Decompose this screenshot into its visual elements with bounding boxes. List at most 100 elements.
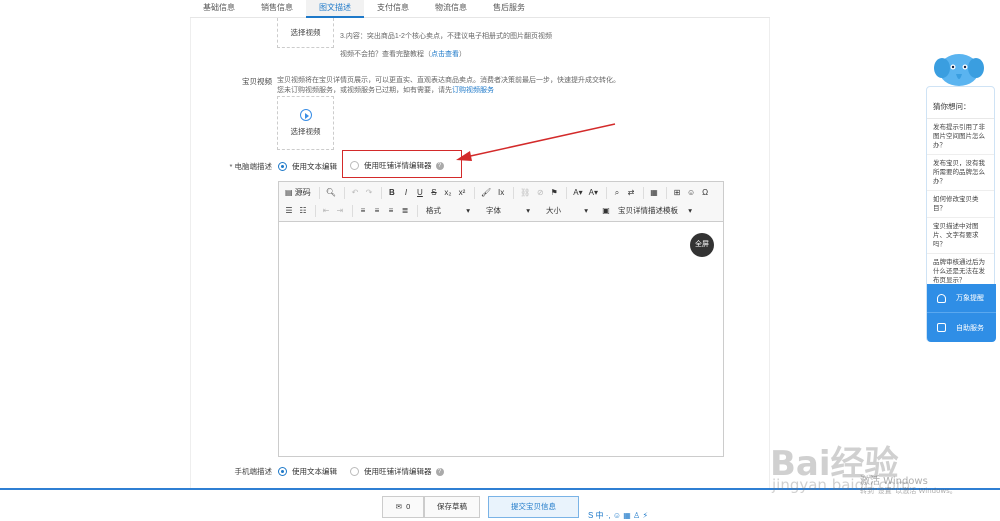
self-service-button[interactable]: 自助服务 — [927, 313, 996, 342]
chevron-down-icon: ▾ — [526, 206, 530, 215]
side-panel-title: 猜你想问： — [927, 87, 994, 119]
template-select[interactable]: 宝贝详情描述模板 ▾ — [614, 204, 696, 218]
main-video-upload-label: 选择视频 — [290, 28, 321, 37]
faq-item[interactable]: 如何修改宝贝类目？ — [927, 191, 994, 218]
text-color-icon[interactable]: A▾ — [571, 186, 584, 200]
save-draft-button[interactable]: 保存草稿 — [424, 496, 480, 518]
tab-basic-info[interactable]: 基础信息 — [190, 0, 248, 18]
unordered-list-icon[interactable]: ☷ — [297, 204, 309, 218]
message-count: 0 — [406, 502, 411, 511]
align-right-icon[interactable]: ≡ — [385, 204, 397, 218]
outdent-icon[interactable]: ⇤ — [320, 204, 332, 218]
section-tabs: 基础信息 销售信息 图文描述 支付信息 物流信息 售后服务 — [190, 0, 770, 18]
chevron-down-icon: ▾ — [466, 206, 470, 215]
indent-icon[interactable]: ⇥ — [334, 204, 346, 218]
ime-icon[interactable]: S 中 ·, ☺ ▦ ♙ ⚡ — [588, 510, 648, 521]
toolbar-divider — [665, 187, 667, 199]
tutorial-link[interactable]: 点击查看 — [431, 51, 459, 58]
underline-icon[interactable]: U — [414, 186, 426, 200]
format-select-label: 格式 — [426, 206, 441, 215]
mobile-desc-wangpu-editor-label: 使用旺铺详情编辑器 — [364, 467, 432, 476]
fullscreen-button[interactable]: 全屏 — [690, 233, 714, 257]
main-video-help-prefix: 视频不会拍？查看完整教程（ — [340, 51, 431, 58]
pc-desc-label: * 电脑端描述 — [229, 162, 272, 171]
toolbar-divider — [380, 187, 382, 199]
superscript-icon[interactable]: x² — [456, 186, 468, 200]
toolbar-row-2: ☰ ☷ ⇤ ⇥ ≡ ≡ ≡ ≣ 格式 ▾ 字体 ▾ 大小 ▾ ▣ 宝贝详情描述模板 ▾ — [283, 202, 719, 220]
faq-item[interactable]: 发布提示引用了非图片空间图片怎么办？ — [927, 119, 994, 155]
submit-button[interactable]: 提交宝贝信息 — [488, 496, 579, 518]
background-color-icon[interactable]: A▾ — [587, 186, 600, 200]
faq-item[interactable]: 宝贝描述中对图片、文字有要求吗？ — [927, 218, 994, 254]
format-painter-icon[interactable]: 🖌︎ — [479, 186, 493, 200]
font-select[interactable]: 字体 ▾ — [482, 204, 534, 218]
reminder-button[interactable]: 万象提醒 — [927, 284, 996, 313]
font-select-label: 字体 — [486, 206, 501, 215]
radio-selected-icon — [278, 467, 287, 476]
tab-description[interactable]: 图文描述 — [306, 0, 364, 18]
toolbar-divider — [343, 187, 345, 199]
play-icon — [299, 109, 312, 121]
select-all-icon[interactable]: ▦ — [648, 186, 660, 200]
bold-icon[interactable]: B — [386, 186, 398, 200]
ime-toolbar: S 中 ·, ☺ ▦ ♙ ⚡ — [588, 510, 648, 521]
faq-item[interactable]: 发布宝贝，没有我所需要的品牌怎么办？ — [927, 155, 994, 191]
align-center-icon[interactable]: ≡ — [371, 204, 383, 218]
help-side-panel: 猜你想问： 发布提示引用了非图片空间图片怎么办？ 发布宝贝，没有我所需要的品牌怎… — [926, 86, 996, 342]
clear-format-icon[interactable]: Ix — [495, 186, 507, 200]
radio-selected-icon — [278, 162, 287, 171]
toolbar-divider — [352, 205, 353, 217]
bottom-action-bar: ✉ 0 保存草稿 提交宝贝信息 — [0, 490, 1000, 521]
shop-video-upload[interactable]: 选择视频 — [277, 96, 334, 150]
shop-video-upload-label: 选择视频 — [290, 127, 321, 136]
strikethrough-icon[interactable]: S — [428, 186, 440, 200]
ordered-list-icon[interactable]: ☰ — [283, 204, 295, 218]
italic-icon[interactable]: I — [400, 186, 412, 200]
mobile-desc-wangpu-editor-option[interactable]: 使用旺铺详情编辑器 ? — [350, 466, 444, 477]
main-video-help: 视频不会拍？查看完整教程（点击查看） — [340, 49, 466, 59]
mobile-desc-text-editor-label: 使用文本编辑 — [292, 467, 337, 476]
subscript-icon[interactable]: x₂ — [442, 186, 454, 200]
unlink-icon[interactable]: ⊘ — [534, 186, 546, 200]
anchor-flag-icon[interactable]: ⚑ — [548, 186, 560, 200]
chevron-down-icon: ▾ — [688, 206, 692, 215]
size-select[interactable]: 大小 ▾ — [542, 204, 592, 218]
main-video-help-suffix: ） — [459, 51, 466, 58]
toolbar-divider — [315, 205, 316, 217]
mail-icon: ✉ — [395, 502, 402, 511]
pc-desc-text-editor-option[interactable]: 使用文本编辑 — [278, 161, 337, 172]
link-icon[interactable]: ⛓ — [518, 186, 532, 200]
tab-logistics-info[interactable]: 物流信息 — [422, 0, 480, 18]
tab-payment-info[interactable]: 支付信息 — [364, 0, 422, 18]
tab-sales-info[interactable]: 销售信息 — [248, 0, 306, 18]
find-icon[interactable]: ⌕ — [611, 186, 623, 200]
reminder-button-label: 万象提醒 — [956, 295, 984, 302]
order-video-service-link[interactable]: 订购视频服务 — [452, 87, 494, 94]
help-icon[interactable]: ? — [435, 467, 444, 476]
message-button[interactable]: ✉ 0 — [382, 496, 424, 518]
toolbar-divider — [566, 187, 568, 199]
special-char-icon[interactable]: Ω — [699, 186, 711, 200]
undo-icon[interactable]: ↶ — [349, 186, 361, 200]
activate-windows-hint: 转到“设置”以激活 Windows。 — [860, 487, 957, 495]
main-video-upload[interactable]: 选择视频 — [277, 18, 334, 48]
mobile-desc-text-editor-option[interactable]: 使用文本编辑 — [278, 466, 337, 477]
chevron-down-icon: ▾ — [584, 206, 588, 215]
editor-content-area[interactable] — [279, 222, 723, 456]
emoji-icon[interactable]: ☺ — [685, 186, 697, 200]
align-left-icon[interactable]: ≡ — [357, 204, 369, 218]
redo-icon[interactable]: ↷ — [363, 186, 375, 200]
pc-desc-text-editor-label: 使用文本编辑 — [292, 162, 337, 171]
activate-windows-text: 激活 Windows — [860, 476, 928, 487]
mobile-desc-label: 手机端描述 — [234, 467, 273, 476]
align-justify-icon[interactable]: ≣ — [399, 204, 411, 218]
format-select[interactable]: 格式 ▾ — [422, 204, 474, 218]
radio-unselected-icon — [350, 467, 359, 476]
source-button[interactable]: ▤ 源码 — [283, 186, 313, 200]
image-icon[interactable]: ▣ — [600, 204, 612, 218]
table-icon[interactable]: ⊞ — [671, 186, 683, 200]
tab-after-sales[interactable]: 售后服务 — [480, 0, 538, 18]
shop-video-label: 宝贝视频 — [242, 77, 272, 86]
replace-icon[interactable]: ⇄ — [625, 186, 637, 200]
preview-icon[interactable]: 🔍︎ — [324, 186, 338, 200]
